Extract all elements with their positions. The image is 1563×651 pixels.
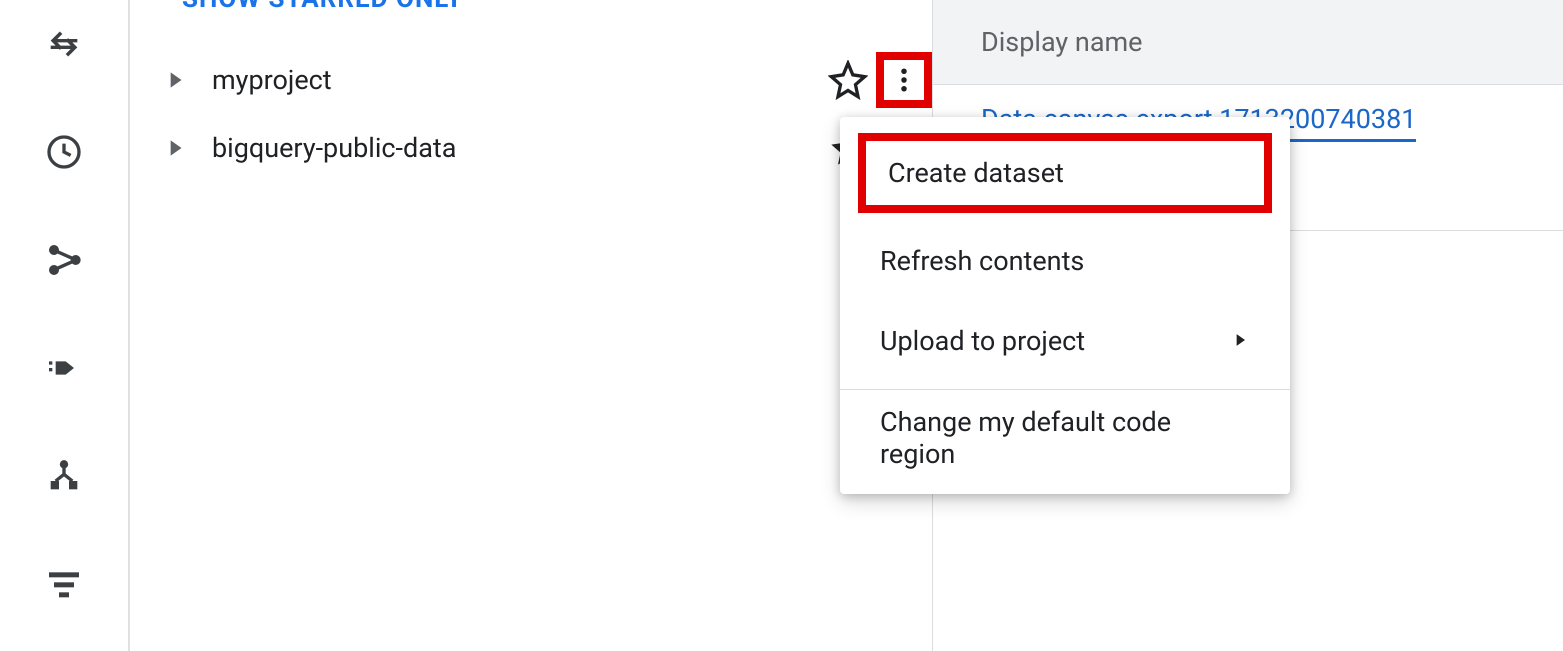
menu-refresh-contents[interactable]: Refresh contents [840, 221, 1290, 301]
history-icon[interactable] [40, 128, 88, 176]
menu-upload-to-project[interactable]: Upload to project [840, 301, 1290, 381]
menu-item-label: Create dataset [888, 157, 1064, 189]
expand-caret-icon[interactable] [162, 67, 188, 93]
column-header-display-name: Display name [933, 0, 1563, 85]
menu-item-label: Upload to project [880, 325, 1085, 357]
star-outline-icon[interactable] [828, 60, 868, 100]
share-icon[interactable] [40, 236, 88, 284]
project-context-menu: Create dataset Refresh contents Upload t… [840, 117, 1290, 494]
more-actions-icon[interactable] [876, 52, 932, 108]
filter-icon[interactable] [40, 560, 88, 608]
data-transfer-icon[interactable] [40, 344, 88, 392]
explorer-item-myproject[interactable]: myproject [132, 46, 932, 114]
explorer-item-label: myproject [212, 64, 828, 96]
left-nav-rail [0, 0, 130, 651]
pipeline-icon[interactable] [40, 452, 88, 500]
expand-caret-icon[interactable] [162, 135, 188, 161]
explorer-item-label: bigquery-public-data [212, 132, 828, 164]
explorer-panel: SHOW STARRED ONLY myproject bigquery-pub… [132, 0, 932, 651]
menu-separator [840, 389, 1290, 390]
chevron-right-icon [1230, 325, 1250, 357]
menu-item-label: Change my default code region [880, 406, 1250, 470]
menu-item-label: Refresh contents [880, 245, 1084, 277]
explorer-item-bigquery-public-data[interactable]: bigquery-public-data [132, 114, 932, 182]
transfers-icon[interactable] [40, 20, 88, 68]
show-starred-toggle[interactable]: SHOW STARRED ONLY [132, 0, 932, 14]
menu-change-default-region[interactable]: Change my default code region [840, 398, 1290, 478]
menu-create-dataset[interactable]: Create dataset [858, 133, 1272, 213]
